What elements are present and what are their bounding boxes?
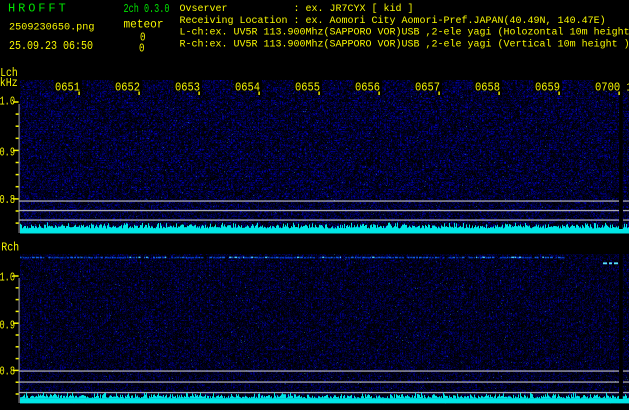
svg-text:0656: 0656: [355, 81, 380, 95]
svg-text:0700 10: 0700 10: [595, 81, 629, 95]
svg-text:Ovserver : ex. JR7CY: Ovserver : ex. JR7CYX [ kid ]: [180, 3, 414, 15]
svg-text:meteor: meteor: [124, 17, 164, 31]
svg-text:0658: 0658: [475, 81, 500, 95]
svg-text:0659: 0659: [535, 81, 560, 95]
svg-text:0653: 0653: [175, 81, 200, 95]
svg-text:1.0: 1.0: [0, 95, 15, 109]
svg-text:0: 0: [139, 42, 145, 56]
svg-text:Rch: Rch: [1, 241, 19, 255]
svg-text:L-ch:ex. UV5R 113.900Mhz(SAPPO: L-ch:ex. UV5R 113.900Mhz(SAPPORO VOR)USB…: [180, 27, 629, 39]
svg-text:2509230650.png: 2509230650.png: [9, 22, 95, 33]
svg-text:0.9: 0.9: [0, 146, 15, 160]
svg-text:0655: 0655: [295, 81, 320, 95]
svg-text:kHz: kHz: [0, 76, 18, 90]
svg-text:HROFFT: HROFFT: [8, 2, 69, 16]
svg-text:2ch 0.3.0: 2ch 0.3.0: [124, 2, 170, 16]
svg-text:0.8: 0.8: [0, 193, 15, 207]
svg-text:25.09.23 06:50: 25.09.23 06:50: [9, 39, 93, 53]
svg-text:1.0: 1.0: [0, 271, 15, 285]
svg-text:0.8: 0.8: [0, 365, 15, 379]
svg-text:0657: 0657: [415, 81, 440, 95]
svg-text:0651: 0651: [55, 81, 80, 95]
svg-text:0654: 0654: [235, 81, 260, 95]
svg-text:0652: 0652: [115, 81, 140, 95]
svg-text:0.9: 0.9: [0, 318, 15, 332]
svg-text:Receiving Location : ex. Aomor: Receiving Location : ex. Aomori City Aom…: [180, 15, 606, 27]
svg-text:R-ch:ex. UV5R 113.900Mhz(SAPPO: R-ch:ex. UV5R 113.900Mhz(SAPPORO VOR)USB…: [180, 39, 629, 51]
